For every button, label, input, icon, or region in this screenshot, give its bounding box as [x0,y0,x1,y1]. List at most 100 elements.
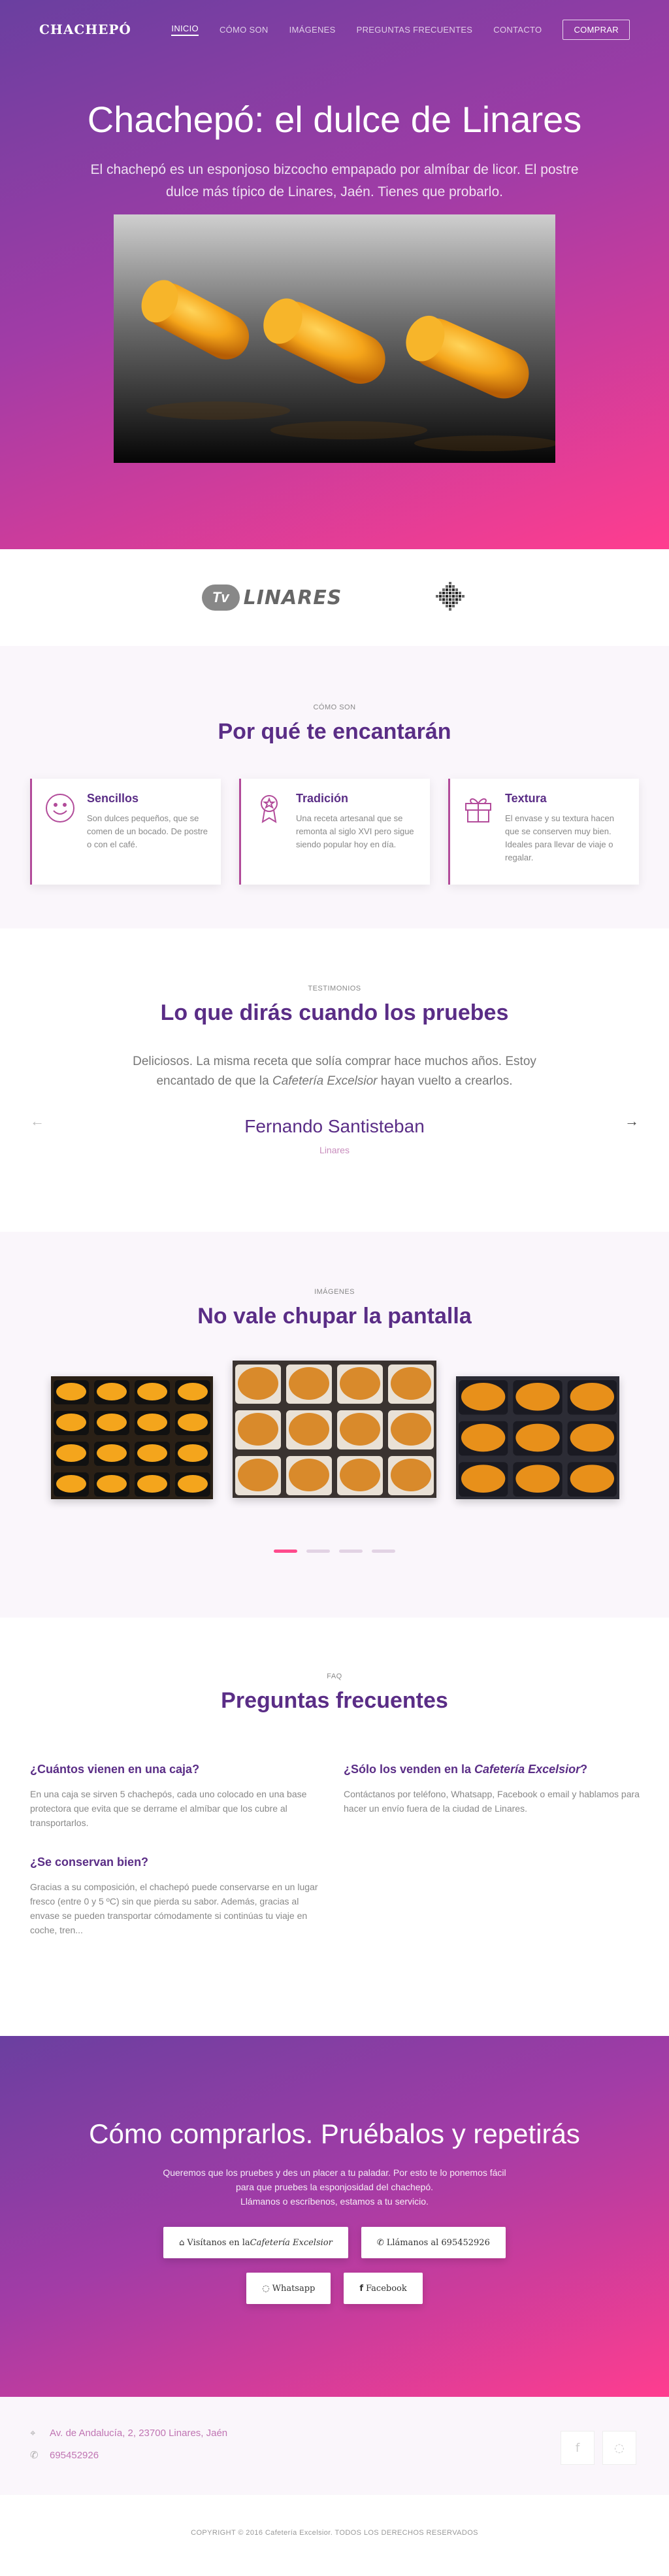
faq-eyebrow: FAQ [327,1672,342,1680]
quote-cafe-name: Cafetería Excelsior [272,1074,378,1088]
facebook-social-icon[interactable]: f [561,2431,595,2465]
map-pin-icon: ⌖ [30,2427,36,2439]
buy-nav-button[interactable]: COMPRAR [563,19,630,40]
diamond-grid-logo[interactable] [433,579,467,617]
feature-card-textura: Textura El envase y su textura hacen que… [448,779,639,885]
faq-item: ¿Sólo los venden en la Cafetería Excelsi… [344,1763,640,1816]
phone-line: ✆ 695452926 [30,2449,99,2461]
hero-section: CHACHEPÓ INICIO CÓMO SON IMÁGENES PREGUN… [0,0,669,549]
carousel-dot[interactable] [339,1550,363,1553]
features-eyebrow: CÓMO SON [313,703,356,711]
buy-title: Cómo comprarlos. Pruébalos y repetirás [89,2118,580,2149]
feature-cards: Sencillos Son dulces pequeños, que se co… [0,779,669,885]
feature-text: Son dulces pequeños, que se comen de un … [87,813,208,849]
tv-logo-text: LINARES [243,586,342,609]
gallery-photo[interactable] [456,1376,619,1499]
nav-link-como-son[interactable]: CÓMO SON [220,25,269,35]
address-line: ⌖ Av. de Andalucía, 2, 23700 Linares, Ja… [30,2427,227,2439]
features-section: CÓMO SON Por qué te encantarán Sencillos… [0,646,669,928]
buy-buttons: ⌂ Visítanos en la Cafetería Excelsior ✆ Ll… [152,2227,517,2304]
testimonial-author: Fernando Santisteban [244,1116,425,1136]
whatsapp-button[interactable]: ◌ Whatsapp [246,2273,331,2304]
phone-icon: ✆ [376,2237,384,2248]
facebook-label: Facebook [366,2283,407,2294]
testimonials-eyebrow: TESTIMONIOS [308,985,361,992]
nav-link-inicio[interactable]: INICIO [171,24,199,36]
faq-answer: Contáctanos por teléfono, Whatsapp, Face… [344,1789,640,1814]
faq-item: ¿Cuántos vienen en una caja? En una caja… [30,1763,327,1830]
tv-badge: Tv [201,585,240,611]
gift-icon [462,792,495,824]
facebook-button[interactable]: f Facebook [344,2273,423,2304]
whatsapp-label: Whatsapp [272,2283,316,2294]
visit-cafe-button[interactable]: ⌂ Visítanos en la Cafetería Excelsior [163,2227,348,2258]
quote-text-end: hayan vuelto a crearlos. [377,1074,513,1088]
gallery-carousel [0,1361,669,1504]
faq-answer: En una caja se sirven 5 chachepós, cada … [30,1789,307,1828]
visit-label: Visítanos en la [187,2237,250,2248]
faq-item: ¿Se conservan bien? Gracias a su composi… [30,1856,327,1937]
faq-question: ¿Sólo los venden en la Cafetería Excelsi… [344,1763,640,1776]
tv-linares-logo[interactable]: Tv LINARES [201,585,342,611]
smiley-icon [44,792,76,824]
features-title: Por qué te encantarán [218,719,451,744]
call-button[interactable]: ✆ Llámanos al 695452926 [361,2227,506,2258]
feature-title: Textura [505,792,547,805]
arrow-left-icon[interactable]: ← [30,1113,44,1130]
feature-text: El envase y su textura hacen que se cons… [505,813,614,862]
nav-link-contacto[interactable]: CONTACTO [493,25,542,35]
buy-text-line2: Llámanos o escríbenos, estamos a tu serv… [240,2196,429,2207]
gallery-photo[interactable] [51,1376,213,1499]
copyright-text: COPYRIGHT © 2016 Cafetería Excelsior. TO… [191,2529,478,2537]
carousel-dot[interactable] [372,1550,395,1553]
buy-text: Queremos que los pruebes y des un placer… [158,2165,511,2209]
carousel-dot[interactable] [274,1550,297,1553]
contact-section: ⌖ Av. de Andalucía, 2, 23700 Linares, Ja… [0,2397,669,2495]
facebook-icon: f [359,2283,364,2294]
hero-photo-chachepos [114,214,555,463]
arrow-right-icon[interactable]: → [625,1113,639,1130]
faq-question-cafe: Cafetería Excelsior [474,1763,581,1776]
home-icon: ⌂ [179,2237,185,2248]
visit-cafe-name: Cafetería Excelsior [250,2237,333,2248]
brand-logo[interactable]: CHACHEPÓ [39,22,131,37]
nav-link-imagenes[interactable]: IMÁGENES [289,25,336,35]
phone-icon: ✆ [30,2449,39,2461]
address-text[interactable]: Av. de Andalucía, 2, 23700 Linares, Jaén [50,2428,227,2439]
call-label: Llámanos al 695452926 [386,2237,490,2248]
feature-title: Sencillos [87,792,139,805]
hero-subtitle: El chachepó es un esponjoso bizcocho emp… [90,162,579,199]
feature-text: Una receta artesanal que se remonta al s… [296,813,414,849]
feature-card-sencillos: Sencillos Son dulces pequeños, que se co… [30,779,221,885]
feature-title: Tradición [296,792,349,805]
nav-links: INICIO CÓMO SON IMÁGENES PREGUNTAS FRECU… [171,19,630,40]
feature-card-tradicion: Tradición Una receta artesanal que se re… [239,779,430,885]
gallery-eyebrow: IMÁGENES [314,1288,355,1296]
testimonials-section: TESTIMONIOS Lo que dirás cuando los prue… [0,928,669,1232]
faq-question-text: ¿Sólo los venden en la [344,1763,475,1776]
faq-question: ¿Se conservan bien? [30,1856,149,1869]
footer: COPYRIGHT © 2016 Cafetería Excelsior. TO… [0,2495,669,2569]
testimonials-title: Lo que dirás cuando los pruebes [160,1000,509,1025]
award-ribbon-icon [253,792,286,824]
top-navigation: CHACHEPÓ INICIO CÓMO SON IMÁGENES PREGUN… [0,0,669,59]
press-logos: Tv LINARES [0,549,669,646]
testimonial-quote: Deliciosos. La misma receta que solía co… [112,1052,557,1091]
whatsapp-icon: ◌ [262,2283,270,2294]
gallery-title: No vale chupar la pantalla [197,1304,472,1329]
gallery-photo[interactable] [233,1361,436,1498]
nav-link-faq[interactable]: PREGUNTAS FRECUENTES [357,25,473,35]
carousel-dots [0,1550,669,1553]
faq-answer: Gracias a su composición, el chachepó pu… [30,1882,318,1935]
carousel-dot[interactable] [306,1550,330,1553]
faq-question: ¿Cuántos vienen en una caja? [30,1763,200,1776]
faq-section: FAQ Preguntas frecuentes ¿Cuántos vienen… [0,1618,669,2036]
buy-section: Cómo comprarlos. Pruébalos y repetirás Q… [0,2036,669,2397]
gallery-section: IMÁGENES No vale chupar la pantalla [0,1232,669,1618]
phone-text[interactable]: 695452926 [50,2450,99,2461]
buy-text-line1: Queremos que los pruebes y des un placer… [163,2167,506,2192]
faq-title: Preguntas frecuentes [221,1688,448,1713]
faq-question-end: ? [580,1763,588,1776]
testimonial-place: Linares [319,1145,350,1155]
whatsapp-social-icon[interactable]: ◌ [602,2431,636,2465]
